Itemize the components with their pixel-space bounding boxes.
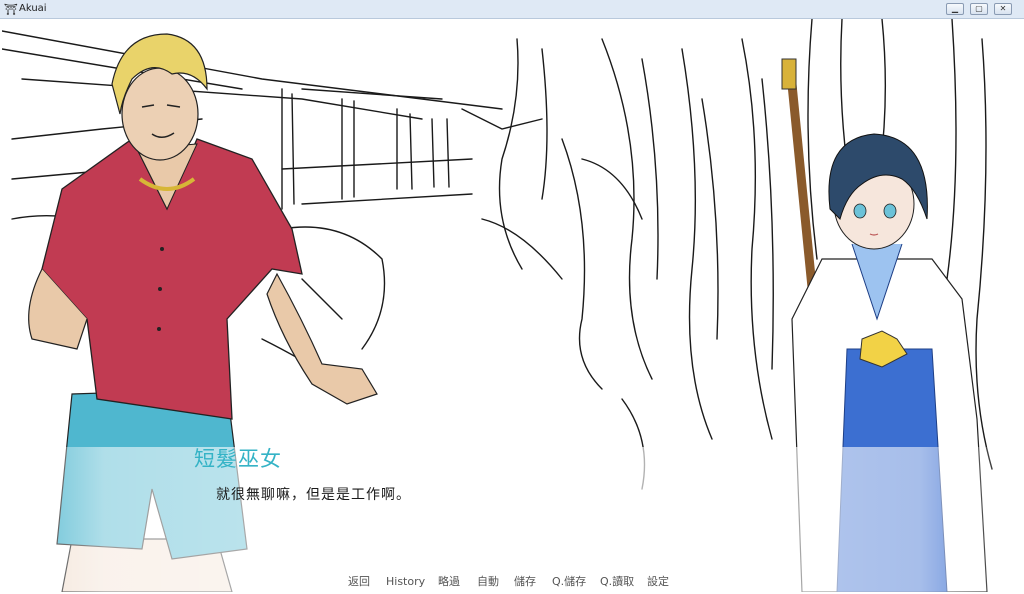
close-icon: ✕ (999, 4, 1007, 13)
window-title: Akuai (19, 3, 47, 14)
title-bar[interactable]: ⛩ Akuai ▁ ▢ ✕ (0, 0, 1024, 19)
close-button[interactable]: ✕ (994, 3, 1012, 15)
dialogue-text: 就很無聊嘛，但是是工作啊。 (216, 487, 411, 503)
quick-menu: 返回 History 略過 自動 儲存 Q.儲存 Q.讀取 設定 (2, 572, 1022, 592)
minimize-button[interactable]: ▁ (946, 3, 964, 15)
game-window: ⛩ Akuai ▁ ▢ ✕ 短髮巫女 就很無聊嘛，但是是工作啊。 返回 Hist… (0, 0, 1024, 594)
maximize-icon: ▢ (975, 4, 983, 13)
quick-menu-save[interactable]: 儲存 (514, 574, 536, 590)
quick-menu-history[interactable]: History (386, 574, 425, 590)
quick-menu-back[interactable]: 返回 (348, 574, 370, 590)
minimize-icon: ▁ (951, 4, 959, 13)
quick-menu-auto[interactable]: 自動 (477, 574, 499, 590)
quick-menu-skip[interactable]: 略過 (438, 574, 460, 590)
speaker-name: 短髮巫女 (194, 447, 282, 471)
torii-gate-icon: ⛩ (4, 3, 18, 16)
quick-menu-preferences[interactable]: 設定 (647, 574, 669, 590)
quick-menu-quick-load[interactable]: Q.讀取 (600, 574, 634, 590)
game-scene[interactable]: 短髮巫女 就很無聊嘛，但是是工作啊。 返回 History 略過 自動 儲存 Q… (2, 19, 1022, 592)
quick-menu-quick-save[interactable]: Q.儲存 (552, 574, 586, 590)
maximize-button[interactable]: ▢ (970, 3, 988, 15)
dialogue-box[interactable] (2, 447, 1022, 592)
